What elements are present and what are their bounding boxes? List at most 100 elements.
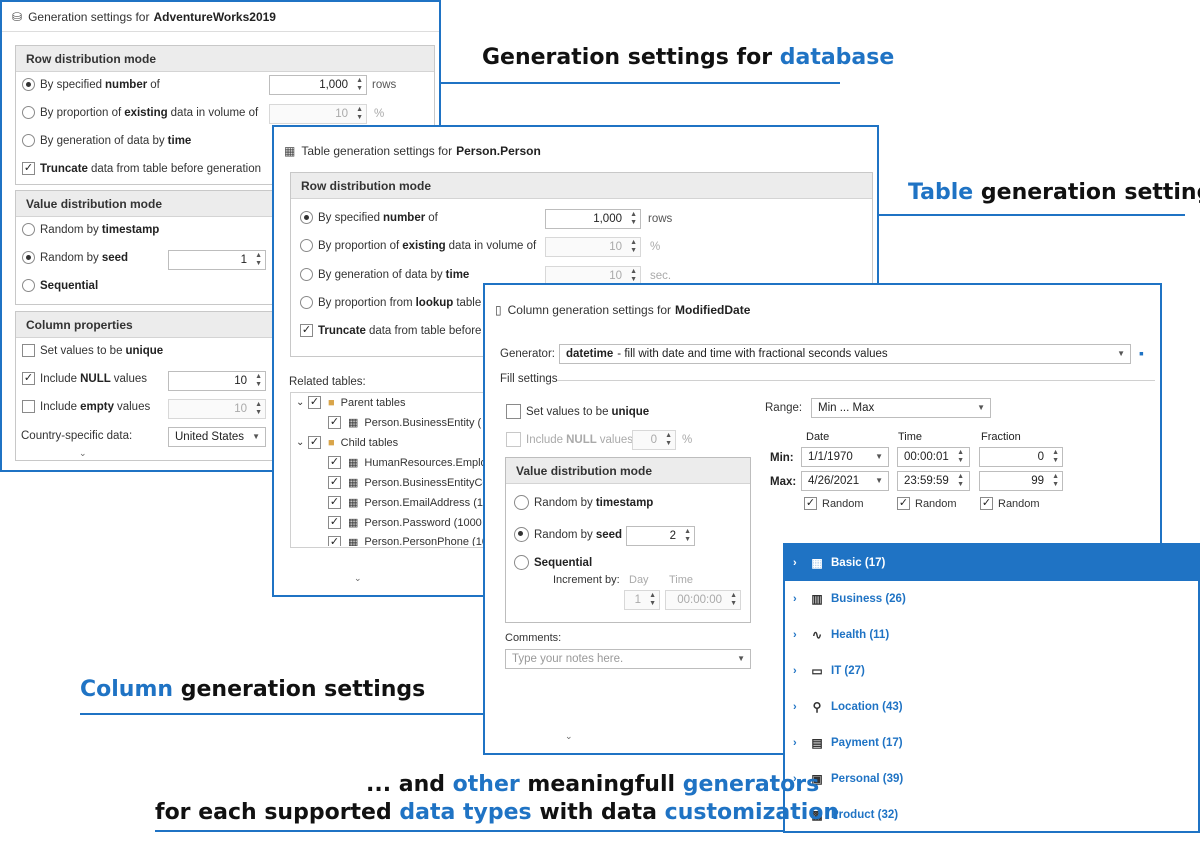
category-product[interactable]: › ▩ Product (32) <box>785 797 1198 831</box>
checkbox[interactable] <box>22 400 35 413</box>
option-by-number[interactable]: By specified number of <box>22 78 160 91</box>
random-fraction-checkbox[interactable]: ✓ Random <box>980 497 1040 510</box>
option-sequential[interactable]: Sequential <box>22 279 101 292</box>
chevron-down-icon[interactable]: ⌄ <box>296 437 308 448</box>
option-random-seed[interactable]: Random by seed <box>22 251 131 264</box>
spinner-arrows[interactable]: ▲ ▼ <box>730 592 737 608</box>
spinner-arrows[interactable]: ▲ ▼ <box>649 592 656 608</box>
truncate-checkbox[interactable]: ✓ Truncate data from table before <box>300 324 481 337</box>
spinner-arrows[interactable]: ▲ ▼ <box>356 106 363 122</box>
radio-button[interactable] <box>22 279 35 292</box>
chevron-down-icon[interactable]: ⌄ <box>296 397 308 408</box>
rows-count-input[interactable]: 1,000 ▲ ▼ <box>545 209 641 229</box>
option-by-time[interactable]: By generation of data by time <box>300 268 472 281</box>
spinner-arrows[interactable]: ▲ ▼ <box>665 432 672 448</box>
spinner-arrows[interactable]: ▲ ▼ <box>630 268 637 284</box>
tree-item[interactable]: ✓ ▦ Person.EmailAddress (10 <box>328 496 489 509</box>
min-fraction-input[interactable]: 0 ▲ ▼ <box>979 447 1063 467</box>
checkbox[interactable]: ✓ <box>300 324 313 337</box>
proportion-input[interactable]: 10 ▲ ▼ <box>545 237 641 257</box>
option-by-proportion[interactable]: By proportion of existing data in volume o… <box>22 106 258 119</box>
checkbox[interactable]: ✓ <box>804 497 817 510</box>
save-icon[interactable]: ▪ <box>1139 345 1144 361</box>
proportion-input[interactable]: 10 ▲ ▼ <box>269 104 367 124</box>
checkbox[interactable] <box>506 404 521 419</box>
checkbox[interactable] <box>22 344 35 357</box>
category-personal[interactable]: › ▣ Personal (39) <box>785 761 1198 797</box>
radio-button[interactable] <box>300 268 313 281</box>
checkbox[interactable]: ✓ <box>328 516 341 529</box>
unique-checkbox[interactable]: Set values to be unique <box>506 404 652 419</box>
checkbox[interactable]: ✓ <box>897 497 910 510</box>
spinner-arrows[interactable]: ▲ ▼ <box>255 373 262 389</box>
spinner-arrows[interactable]: ▲ ▼ <box>684 528 691 544</box>
unique-checkbox[interactable]: Set values to be unique <box>22 344 166 357</box>
radio-button[interactable] <box>22 78 35 91</box>
checkbox[interactable]: ✓ <box>328 416 341 429</box>
category-basic[interactable]: › ▦ Basic (17) <box>785 545 1198 581</box>
checkbox[interactable]: ✓ <box>308 436 321 449</box>
option-random-seed[interactable]: Random by seed <box>514 527 625 542</box>
comments-input[interactable]: Type your notes here. ▼ <box>505 649 751 669</box>
random-date-checkbox[interactable]: ✓ Random <box>804 497 864 510</box>
spinner-arrows[interactable]: ▲ ▼ <box>630 239 637 255</box>
checkbox[interactable]: ✓ <box>980 497 993 510</box>
radio-button[interactable] <box>514 527 529 542</box>
spinner-arrows[interactable]: ▲ ▼ <box>255 252 262 268</box>
tree-item[interactable]: ✓ ▦ Person.PersonPhone (10 <box>328 536 488 546</box>
collapse-grip-icon[interactable]: ⌄ <box>79 448 87 459</box>
spinner-arrows[interactable]: ▲ ▼ <box>957 449 964 465</box>
range-select[interactable]: Min ... Max ▼ <box>811 398 991 418</box>
increment-day-input[interactable]: 1 ▲ ▼ <box>624 590 660 610</box>
checkbox[interactable]: ✓ <box>328 496 341 509</box>
random-time-checkbox[interactable]: ✓ Random <box>897 497 957 510</box>
radio-button[interactable] <box>300 296 313 309</box>
tree-item[interactable]: ✓ ▦ Person.BusinessEntityCo <box>328 476 489 489</box>
option-by-lookup[interactable]: By proportion from lookup table <box>300 296 481 309</box>
null-percent-input[interactable]: 10 ▲ ▼ <box>168 371 266 391</box>
option-random-timestamp[interactable]: Random by timestamp <box>514 495 656 510</box>
option-by-time[interactable]: By generation of data by time <box>22 134 194 147</box>
option-by-number[interactable]: By specified number of <box>300 211 438 224</box>
seed-input[interactable]: 2 ▲ ▼ <box>626 526 695 546</box>
tree-item[interactable]: ✓ ▦ Person.BusinessEntity ( <box>328 416 481 429</box>
radio-button[interactable] <box>514 555 529 570</box>
radio-button[interactable] <box>22 251 35 264</box>
category-payment[interactable]: › ▤ Payment (17) <box>785 725 1198 761</box>
spinner-arrows[interactable]: ▲ ▼ <box>255 401 262 417</box>
checkbox[interactable]: ✓ <box>22 372 35 385</box>
spinner-arrows[interactable]: ▲ ▼ <box>1052 449 1059 465</box>
option-by-proportion[interactable]: By proportion of existing data in volume o… <box>300 239 536 252</box>
empty-percent-input[interactable]: 10 ▲ ▼ <box>168 399 266 419</box>
radio-button[interactable] <box>22 106 35 119</box>
tree-node-child-tables[interactable]: ⌄ ✓ ■ Child tables <box>296 436 398 449</box>
include-null-checkbox[interactable]: Include NULL values <box>506 432 633 447</box>
category-health[interactable]: › ∿ Health (11) <box>785 617 1198 653</box>
checkbox[interactable] <box>506 432 521 447</box>
collapse-grip-icon[interactable]: ⌄ <box>565 731 573 742</box>
radio-button[interactable] <box>514 495 529 510</box>
max-fraction-input[interactable]: 99 ▲ ▼ <box>979 471 1063 491</box>
checkbox[interactable]: ✓ <box>308 396 321 409</box>
category-location[interactable]: › ⚲ Location (43) <box>785 689 1198 725</box>
checkbox[interactable]: ✓ <box>22 162 35 175</box>
category-it[interactable]: › ▭ IT (27) <box>785 653 1198 689</box>
spinner-arrows[interactable]: ▲ ▼ <box>356 77 363 93</box>
generator-select[interactable]: datetime - fill with date and time with f… <box>559 344 1131 364</box>
radio-button[interactable] <box>300 211 313 224</box>
include-null-checkbox[interactable]: ✓ Include NULL values <box>22 372 147 385</box>
category-business[interactable]: › ▥ Business (26) <box>785 581 1198 617</box>
tree-node-parent-tables[interactable]: ⌄ ✓ ■ Parent tables <box>296 396 405 409</box>
max-date-input[interactable]: 4/26/2021 ▼ <box>801 471 889 491</box>
min-time-input[interactable]: 00:00:01 ▲ ▼ <box>897 447 970 467</box>
radio-button[interactable] <box>300 239 313 252</box>
increment-time-input[interactable]: 00:00:00 ▲ ▼ <box>665 590 741 610</box>
spinner-arrows[interactable]: ▲ ▼ <box>957 473 964 489</box>
rows-count-input[interactable]: 1,000 ▲ ▼ <box>269 75 367 95</box>
radio-button[interactable] <box>22 223 35 236</box>
seed-input[interactable]: 1 ▲ ▼ <box>168 250 266 270</box>
collapse-grip-icon[interactable]: ⌄ <box>354 573 362 584</box>
min-date-input[interactable]: 1/1/1970 ▼ <box>801 447 889 467</box>
max-time-input[interactable]: 23:59:59 ▲ ▼ <box>897 471 970 491</box>
option-sequential[interactable]: Sequential <box>514 555 595 570</box>
